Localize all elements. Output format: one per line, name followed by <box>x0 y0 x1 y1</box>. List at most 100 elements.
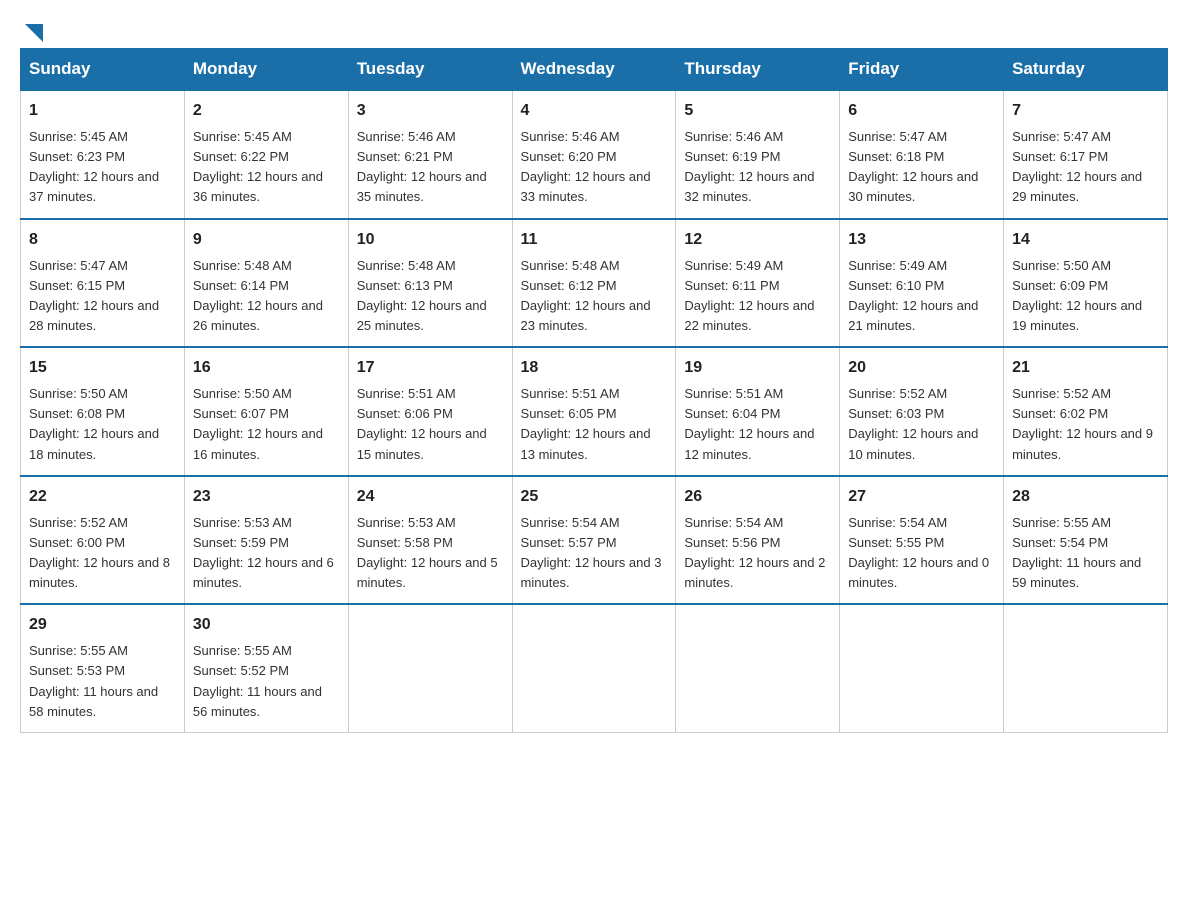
day-info: Sunrise: 5:53 AM Sunset: 5:58 PM Dayligh… <box>357 515 498 590</box>
calendar-cell <box>840 604 1004 732</box>
day-info: Sunrise: 5:52 AM Sunset: 6:02 PM Dayligh… <box>1012 386 1153 461</box>
header-sunday: Sunday <box>21 49 185 91</box>
header-saturday: Saturday <box>1004 49 1168 91</box>
calendar-cell: 4 Sunrise: 5:46 AM Sunset: 6:20 PM Dayli… <box>512 90 676 219</box>
header-tuesday: Tuesday <box>348 49 512 91</box>
day-info: Sunrise: 5:51 AM Sunset: 6:05 PM Dayligh… <box>521 386 651 461</box>
day-info: Sunrise: 5:54 AM Sunset: 5:57 PM Dayligh… <box>521 515 662 590</box>
day-info: Sunrise: 5:50 AM Sunset: 6:08 PM Dayligh… <box>29 386 159 461</box>
day-number: 13 <box>848 228 995 252</box>
day-number: 10 <box>357 228 504 252</box>
calendar-cell: 2 Sunrise: 5:45 AM Sunset: 6:22 PM Dayli… <box>184 90 348 219</box>
day-info: Sunrise: 5:45 AM Sunset: 6:23 PM Dayligh… <box>29 129 159 204</box>
day-info: Sunrise: 5:49 AM Sunset: 6:11 PM Dayligh… <box>684 258 814 333</box>
calendar-cell: 20 Sunrise: 5:52 AM Sunset: 6:03 PM Dayl… <box>840 347 1004 476</box>
day-number: 21 <box>1012 356 1159 380</box>
day-number: 27 <box>848 485 995 509</box>
day-number: 23 <box>193 485 340 509</box>
calendar-cell: 30 Sunrise: 5:55 AM Sunset: 5:52 PM Dayl… <box>184 604 348 732</box>
calendar-cell: 22 Sunrise: 5:52 AM Sunset: 6:00 PM Dayl… <box>21 476 185 605</box>
day-info: Sunrise: 5:45 AM Sunset: 6:22 PM Dayligh… <box>193 129 323 204</box>
calendar-cell: 5 Sunrise: 5:46 AM Sunset: 6:19 PM Dayli… <box>676 90 840 219</box>
calendar-cell <box>1004 604 1168 732</box>
calendar-cell: 1 Sunrise: 5:45 AM Sunset: 6:23 PM Dayli… <box>21 90 185 219</box>
day-info: Sunrise: 5:50 AM Sunset: 6:09 PM Dayligh… <box>1012 258 1142 333</box>
day-number: 4 <box>521 99 668 123</box>
header-monday: Monday <box>184 49 348 91</box>
day-number: 3 <box>357 99 504 123</box>
day-info: Sunrise: 5:46 AM Sunset: 6:19 PM Dayligh… <box>684 129 814 204</box>
header-thursday: Thursday <box>676 49 840 91</box>
day-info: Sunrise: 5:48 AM Sunset: 6:12 PM Dayligh… <box>521 258 651 333</box>
logo-triangle-icon <box>23 22 45 44</box>
day-info: Sunrise: 5:47 AM Sunset: 6:17 PM Dayligh… <box>1012 129 1142 204</box>
calendar-cell: 12 Sunrise: 5:49 AM Sunset: 6:11 PM Dayl… <box>676 219 840 348</box>
page-header <box>20 20 1168 38</box>
calendar-cell: 18 Sunrise: 5:51 AM Sunset: 6:05 PM Dayl… <box>512 347 676 476</box>
day-info: Sunrise: 5:54 AM Sunset: 5:56 PM Dayligh… <box>684 515 825 590</box>
day-number: 18 <box>521 356 668 380</box>
day-info: Sunrise: 5:46 AM Sunset: 6:20 PM Dayligh… <box>521 129 651 204</box>
day-number: 19 <box>684 356 831 380</box>
day-info: Sunrise: 5:52 AM Sunset: 6:00 PM Dayligh… <box>29 515 170 590</box>
day-number: 25 <box>521 485 668 509</box>
calendar-cell: 8 Sunrise: 5:47 AM Sunset: 6:15 PM Dayli… <box>21 219 185 348</box>
day-info: Sunrise: 5:52 AM Sunset: 6:03 PM Dayligh… <box>848 386 978 461</box>
calendar-cell: 16 Sunrise: 5:50 AM Sunset: 6:07 PM Dayl… <box>184 347 348 476</box>
calendar-cell: 13 Sunrise: 5:49 AM Sunset: 6:10 PM Dayl… <box>840 219 1004 348</box>
calendar-table: SundayMondayTuesdayWednesdayThursdayFrid… <box>20 48 1168 733</box>
day-number: 7 <box>1012 99 1159 123</box>
calendar-cell: 26 Sunrise: 5:54 AM Sunset: 5:56 PM Dayl… <box>676 476 840 605</box>
calendar-cell: 27 Sunrise: 5:54 AM Sunset: 5:55 PM Dayl… <box>840 476 1004 605</box>
calendar-cell: 21 Sunrise: 5:52 AM Sunset: 6:02 PM Dayl… <box>1004 347 1168 476</box>
day-info: Sunrise: 5:47 AM Sunset: 6:15 PM Dayligh… <box>29 258 159 333</box>
calendar-cell: 9 Sunrise: 5:48 AM Sunset: 6:14 PM Dayli… <box>184 219 348 348</box>
day-info: Sunrise: 5:50 AM Sunset: 6:07 PM Dayligh… <box>193 386 323 461</box>
calendar-cell: 11 Sunrise: 5:48 AM Sunset: 6:12 PM Dayl… <box>512 219 676 348</box>
day-number: 15 <box>29 356 176 380</box>
day-info: Sunrise: 5:47 AM Sunset: 6:18 PM Dayligh… <box>848 129 978 204</box>
calendar-cell: 14 Sunrise: 5:50 AM Sunset: 6:09 PM Dayl… <box>1004 219 1168 348</box>
calendar-cell: 17 Sunrise: 5:51 AM Sunset: 6:06 PM Dayl… <box>348 347 512 476</box>
header-wednesday: Wednesday <box>512 49 676 91</box>
week-row-1: 1 Sunrise: 5:45 AM Sunset: 6:23 PM Dayli… <box>21 90 1168 219</box>
day-info: Sunrise: 5:55 AM Sunset: 5:54 PM Dayligh… <box>1012 515 1141 590</box>
day-info: Sunrise: 5:48 AM Sunset: 6:14 PM Dayligh… <box>193 258 323 333</box>
calendar-cell: 24 Sunrise: 5:53 AM Sunset: 5:58 PM Dayl… <box>348 476 512 605</box>
calendar-cell <box>348 604 512 732</box>
week-row-2: 8 Sunrise: 5:47 AM Sunset: 6:15 PM Dayli… <box>21 219 1168 348</box>
logo <box>20 20 45 38</box>
calendar-cell: 3 Sunrise: 5:46 AM Sunset: 6:21 PM Dayli… <box>348 90 512 219</box>
day-number: 22 <box>29 485 176 509</box>
calendar-cell <box>676 604 840 732</box>
day-number: 11 <box>521 228 668 252</box>
calendar-cell: 23 Sunrise: 5:53 AM Sunset: 5:59 PM Dayl… <box>184 476 348 605</box>
week-row-4: 22 Sunrise: 5:52 AM Sunset: 6:00 PM Dayl… <box>21 476 1168 605</box>
day-number: 12 <box>684 228 831 252</box>
day-info: Sunrise: 5:55 AM Sunset: 5:53 PM Dayligh… <box>29 643 158 718</box>
week-row-3: 15 Sunrise: 5:50 AM Sunset: 6:08 PM Dayl… <box>21 347 1168 476</box>
day-info: Sunrise: 5:46 AM Sunset: 6:21 PM Dayligh… <box>357 129 487 204</box>
calendar-cell: 7 Sunrise: 5:47 AM Sunset: 6:17 PM Dayli… <box>1004 90 1168 219</box>
header-friday: Friday <box>840 49 1004 91</box>
calendar-cell: 25 Sunrise: 5:54 AM Sunset: 5:57 PM Dayl… <box>512 476 676 605</box>
day-number: 5 <box>684 99 831 123</box>
day-number: 9 <box>193 228 340 252</box>
day-number: 20 <box>848 356 995 380</box>
day-number: 29 <box>29 613 176 637</box>
calendar-cell: 28 Sunrise: 5:55 AM Sunset: 5:54 PM Dayl… <box>1004 476 1168 605</box>
day-info: Sunrise: 5:51 AM Sunset: 6:04 PM Dayligh… <box>684 386 814 461</box>
calendar-cell: 19 Sunrise: 5:51 AM Sunset: 6:04 PM Dayl… <box>676 347 840 476</box>
day-info: Sunrise: 5:54 AM Sunset: 5:55 PM Dayligh… <box>848 515 989 590</box>
calendar-cell <box>512 604 676 732</box>
day-number: 26 <box>684 485 831 509</box>
day-number: 14 <box>1012 228 1159 252</box>
calendar-cell: 6 Sunrise: 5:47 AM Sunset: 6:18 PM Dayli… <box>840 90 1004 219</box>
day-number: 8 <box>29 228 176 252</box>
day-info: Sunrise: 5:53 AM Sunset: 5:59 PM Dayligh… <box>193 515 334 590</box>
day-number: 17 <box>357 356 504 380</box>
calendar-cell: 15 Sunrise: 5:50 AM Sunset: 6:08 PM Dayl… <box>21 347 185 476</box>
calendar-header-row: SundayMondayTuesdayWednesdayThursdayFrid… <box>21 49 1168 91</box>
calendar-cell: 29 Sunrise: 5:55 AM Sunset: 5:53 PM Dayl… <box>21 604 185 732</box>
day-number: 28 <box>1012 485 1159 509</box>
